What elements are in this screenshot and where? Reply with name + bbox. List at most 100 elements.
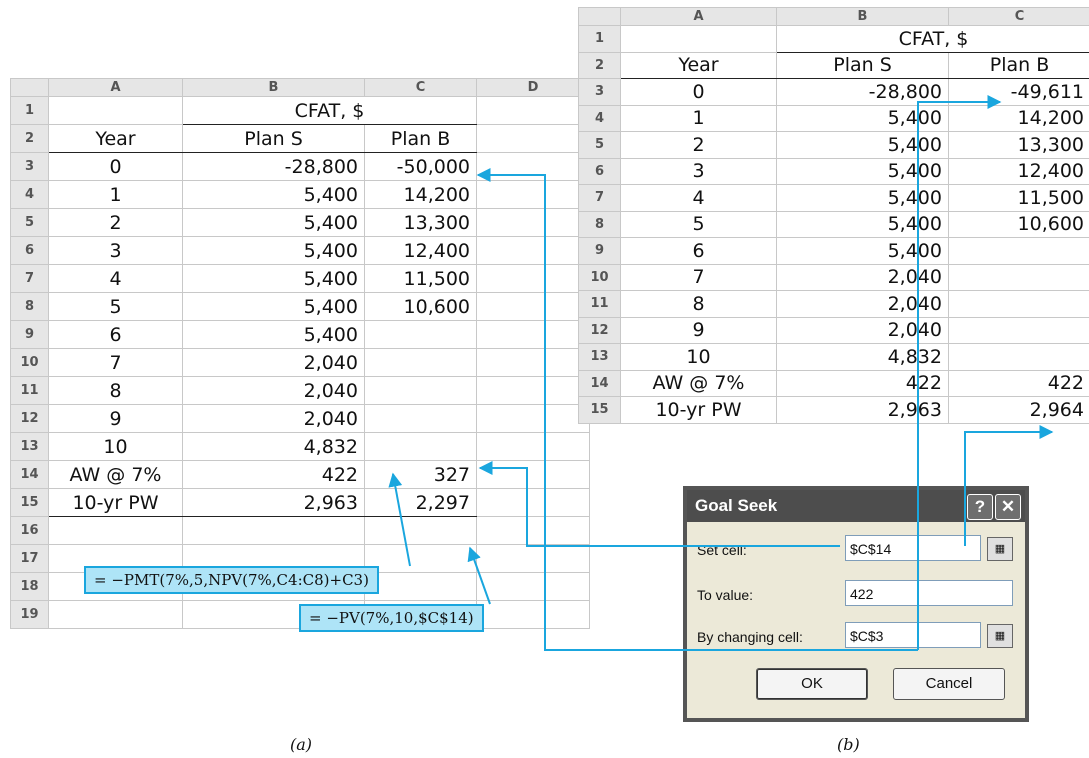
cell[interactable] [182,516,365,545]
cell[interactable] [476,432,590,461]
column-header-c[interactable]: C [364,78,477,97]
cancel-button[interactable]: Cancel [893,668,1005,700]
row-header[interactable]: 11 [578,290,621,318]
plan-s-cell[interactable]: 2,040 [776,290,949,318]
plan-b-cell[interactable]: 12,400 [948,157,1089,185]
year-cell[interactable]: 4 [620,184,777,212]
cell[interactable] [476,96,590,125]
pw-plan-s-cell[interactable]: 2,963 [182,488,365,517]
plan-b-cell[interactable]: 12,400 [364,236,477,265]
plan-b-cell[interactable]: 13,300 [364,208,477,237]
row-header[interactable]: 8 [10,292,49,321]
row-header[interactable]: 17 [10,544,49,573]
plan-b-cell[interactable]: -49,611 [948,78,1089,106]
plan-b-cell[interactable]: 10,600 [948,210,1089,238]
row-header[interactable]: 6 [10,236,49,265]
cfat-header-cell[interactable]: CFAT, $ [182,96,477,125]
by-changing-cell-input[interactable]: $C$3 [845,622,981,648]
plan-b-cell[interactable]: 13,300 [948,131,1089,159]
cell[interactable] [476,236,590,265]
pw-plan-s-cell[interactable]: 2,963 [776,396,949,424]
pw-plan-b-cell[interactable]: 2,297 [364,488,477,517]
row-header[interactable]: 16 [10,516,49,545]
plan-b-cell[interactable] [364,404,477,433]
cell[interactable] [364,516,477,545]
plan-s-cell[interactable]: 2,040 [182,376,365,405]
year-cell[interactable]: 0 [48,152,183,181]
plan-s-cell[interactable]: 5,400 [182,264,365,293]
select-all-corner[interactable] [10,78,49,97]
pw-label-cell[interactable]: 10-yr PW [620,396,777,424]
year-cell[interactable]: 8 [620,290,777,318]
aw-plan-b-cell[interactable]: 422 [948,369,1089,397]
cell[interactable] [476,180,590,209]
plan-s-cell[interactable]: 5,400 [182,180,365,209]
row-header[interactable]: 6 [578,157,621,185]
plan-s-cell[interactable]: 2,040 [776,316,949,344]
cell[interactable] [620,25,777,53]
cell[interactable] [364,572,477,601]
select-all-corner[interactable] [578,7,621,26]
aw-label-cell[interactable]: AW @ 7% [620,369,777,397]
year-cell[interactable]: 5 [620,210,777,238]
row-header[interactable]: 15 [10,488,49,517]
cfat-header-cell[interactable]: CFAT, $ [776,25,1089,53]
row-header[interactable]: 14 [578,369,621,397]
cell[interactable] [476,600,590,629]
row-header[interactable]: 14 [10,460,49,489]
plan-s-cell[interactable]: -28,800 [182,152,365,181]
plan-b-cell[interactable] [948,237,1089,265]
plan-b-cell[interactable] [364,432,477,461]
year-cell[interactable]: 3 [48,236,183,265]
cell[interactable] [476,516,590,545]
plan-s-header-cell[interactable]: Plan S [776,51,949,79]
plan-s-cell[interactable]: 5,400 [182,208,365,237]
to-value-input[interactable]: 422 [845,580,1013,606]
row-header[interactable]: 2 [10,124,49,153]
row-header[interactable]: 9 [10,320,49,349]
aw-plan-b-cell[interactable]: 327 [364,460,477,489]
plan-s-cell[interactable]: 5,400 [776,157,949,185]
plan-s-cell[interactable]: -28,800 [776,78,949,106]
year-cell[interactable]: 2 [620,131,777,159]
plan-b-header-cell[interactable]: Plan B [364,124,477,153]
set-cell-input[interactable]: $C$14 [845,535,981,561]
plan-s-cell[interactable]: 4,832 [182,432,365,461]
plan-s-cell[interactable]: 5,400 [776,184,949,212]
year-cell[interactable]: 9 [620,316,777,344]
row-header[interactable]: 4 [10,180,49,209]
cell[interactable] [476,292,590,321]
row-header[interactable]: 7 [10,264,49,293]
year-cell[interactable]: 5 [48,292,183,321]
pw-label-cell[interactable]: 10-yr PW [48,488,183,517]
plan-b-cell[interactable]: -50,000 [364,152,477,181]
row-header[interactable]: 1 [578,25,621,53]
cell[interactable] [476,488,590,517]
year-cell[interactable]: 10 [48,432,183,461]
plan-s-cell[interactable]: 2,040 [776,263,949,291]
year-cell[interactable]: 10 [620,343,777,371]
row-header[interactable]: 13 [578,343,621,371]
cell[interactable] [476,544,590,573]
year-header-cell[interactable]: Year [620,51,777,79]
row-header[interactable]: 12 [10,404,49,433]
cell[interactable] [476,208,590,237]
plan-b-cell[interactable] [364,348,477,377]
pw-plan-b-cell[interactable]: 2,964 [948,396,1089,424]
plan-s-cell[interactable]: 2,040 [182,404,365,433]
year-cell[interactable]: 1 [620,104,777,132]
aw-plan-s-cell[interactable]: 422 [182,460,365,489]
aw-plan-s-cell[interactable]: 422 [776,369,949,397]
row-header[interactable]: 2 [578,51,621,79]
cell[interactable] [476,320,590,349]
year-cell[interactable]: 0 [620,78,777,106]
plan-b-cell[interactable] [364,376,477,405]
year-cell[interactable]: 9 [48,404,183,433]
cell[interactable] [476,124,590,153]
cell[interactable] [476,264,590,293]
row-header[interactable]: 3 [578,78,621,106]
column-header-b[interactable]: B [182,78,365,97]
row-header[interactable]: 19 [10,600,49,629]
plan-s-cell[interactable]: 5,400 [182,236,365,265]
set-cell-ref-button[interactable]: ▦ [987,537,1013,561]
